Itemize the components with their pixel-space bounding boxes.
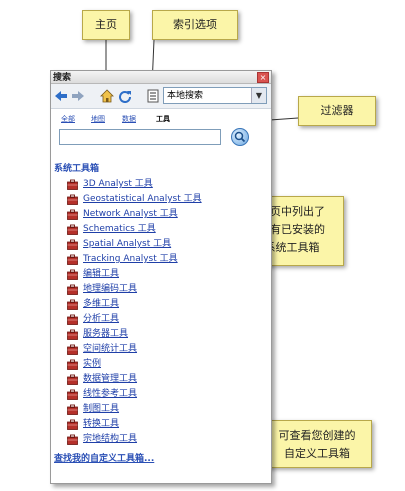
toolbox-label: Tracking Analyst 工具 [83, 254, 178, 264]
callout-index-options: 索引选项 [152, 10, 238, 40]
toolbox-label: 地理编码工具 [83, 284, 138, 294]
toolbox-label: 宗地结构工具 [83, 434, 138, 444]
filter-tools[interactable]: 工具 [156, 114, 170, 124]
title-bar: 搜索 × [51, 71, 271, 84]
toolbox-label: 实例 [83, 359, 102, 369]
refresh-icon[interactable] [118, 89, 132, 103]
search-scope-select[interactable]: 本地搜索 ▼ [163, 87, 267, 104]
toolbox-label: 分析工具 [83, 314, 120, 324]
callout-custom-toolboxes: 可查看您创建的 自定义工具箱 [262, 420, 372, 468]
toolbox-label: 数据管理工具 [83, 374, 138, 384]
toolbox-icon [67, 254, 78, 265]
toolbox-icon [67, 179, 78, 190]
toolbar: 本地搜索 ▼ [51, 84, 271, 109]
toolbox-icon [67, 299, 78, 310]
magnifier-icon [234, 131, 246, 143]
callout-home: 主页 [82, 10, 130, 40]
close-button[interactable]: × [257, 72, 269, 83]
find-custom-toolboxes-link[interactable]: 查找我的自定义工具箱... [54, 451, 154, 464]
toolbox-icon [67, 329, 78, 340]
system-toolboxes-heading: 系统工具箱 [54, 164, 100, 174]
filter-bar: 全部 地图 数据 工具 [61, 114, 266, 126]
toolbox-icon [67, 224, 78, 235]
toolbox-label: Geostatistical Analyst 工具 [83, 194, 202, 204]
toolbox-label: Spatial Analyst 工具 [83, 239, 172, 249]
filter-all[interactable]: 全部 [61, 114, 75, 124]
toolbox-icon [67, 374, 78, 385]
chevron-down-icon[interactable]: ▼ [251, 88, 266, 103]
window-title: 搜索 [53, 73, 72, 83]
toolbox-label: Network Analyst 工具 [83, 209, 178, 219]
toolbox-icon [67, 194, 78, 205]
toolbox-icon [67, 209, 78, 220]
toolbox-label: 多维工具 [83, 299, 120, 309]
toolbox-label: Schematics 工具 [83, 224, 156, 234]
search-window: 搜索 × 本地搜索 ▼ 全部 地图 数据 工具 系统工具箱 3D Analyst… [50, 70, 272, 484]
toolbox-icon [67, 404, 78, 415]
toolbox-icon [67, 284, 78, 295]
toolbox-icon [67, 314, 78, 325]
toolbox-icon [67, 269, 78, 280]
toolbox-icon [67, 359, 78, 370]
filter-data[interactable]: 数据 [122, 114, 136, 124]
callout-filter: 过滤器 [298, 96, 376, 126]
toolbox-label: 编辑工具 [83, 269, 120, 279]
toolbox-label: 空间统计工具 [83, 344, 138, 354]
toolbox-label: 线性参考工具 [83, 389, 138, 399]
toolbox-icon [67, 239, 78, 250]
toolbox-label: 制图工具 [83, 404, 120, 414]
search-button[interactable] [231, 128, 249, 146]
toolbox-label: 服务器工具 [83, 329, 129, 339]
back-arrow-icon[interactable] [54, 89, 68, 103]
toolbox-label: 转换工具 [83, 419, 120, 429]
index-options-icon[interactable] [146, 89, 160, 103]
toolbox-icon [67, 434, 78, 445]
filter-maps[interactable]: 地图 [91, 114, 105, 124]
search-input[interactable] [59, 129, 221, 145]
home-icon[interactable] [100, 89, 114, 103]
toolbox-icon [67, 389, 78, 400]
toolbox-icon [67, 344, 78, 355]
toolbox-icon [67, 419, 78, 430]
forward-arrow-icon[interactable] [71, 89, 85, 103]
toolbox-label: 3D Analyst 工具 [83, 179, 153, 189]
